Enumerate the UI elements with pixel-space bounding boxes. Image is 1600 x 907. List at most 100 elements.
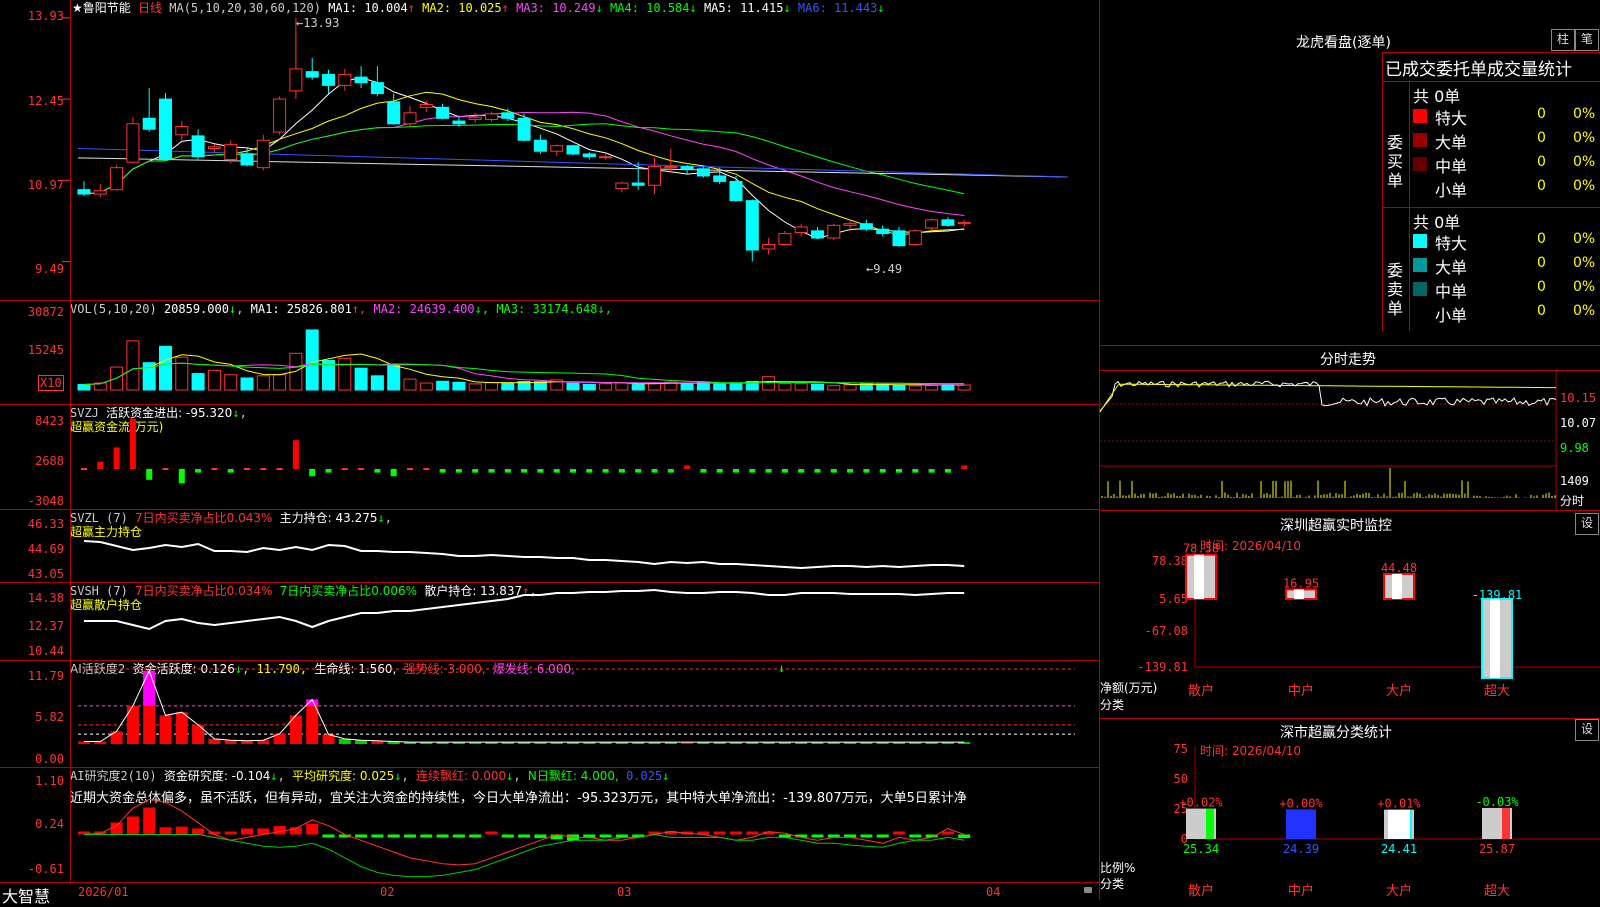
volume-bar [713, 383, 727, 391]
svzj-bar [602, 469, 609, 473]
buy-order-label: 委买单 [1387, 133, 1404, 190]
candle-body [794, 226, 808, 233]
intraday-chart[interactable] [1099, 346, 1600, 510]
sz-class-category: 大户 [1386, 883, 1412, 899]
brand-label[interactable]: 大智慧 [2, 883, 50, 907]
volume-pane[interactable]: VOL(5,10,20) 20859.000↓, MA1: 25826.801↑… [0, 301, 1100, 404]
candle-body [664, 166, 678, 169]
sz-monitor-chart[interactable]: 78.38 5.65 -67.08 -139.81 78.38 散户 16.95 中户 44.4… [1100, 511, 1600, 718]
sz-monitor-y-tick: 5.65 [1159, 592, 1188, 606]
candle-body [713, 175, 727, 182]
ai-research-bar [876, 834, 889, 838]
candle-body [273, 98, 287, 133]
ai-research-green-line [84, 833, 965, 878]
svzj-bar [325, 469, 332, 473]
sz-monitor-panel[interactable]: 深圳超赢实时监控 设 时间: 2026/04/10 净额(万元) 分类 78.3… [1100, 511, 1600, 718]
sz-class-chart[interactable]: 7550250+0.02%25.34散户+0.00%24.39中户+0.01%2… [1100, 719, 1600, 900]
high-marker: ←13.93 [296, 16, 340, 30]
svzj-pane[interactable]: SVZJ 活跃资金进出: -95.320↓, 超赢资金流(万元) 8423 26… [0, 405, 1100, 509]
ai-research-bar [485, 831, 498, 835]
svzj-bar [912, 469, 919, 473]
sz-class-value: 24.41 [1381, 842, 1417, 856]
color-swatch [1413, 282, 1427, 296]
volume-bar [77, 384, 91, 391]
svzj-bar [129, 418, 136, 469]
candle-body [468, 116, 482, 120]
svzj-bar [227, 469, 234, 473]
intraday-avg-line [1099, 383, 1556, 413]
candle-body [843, 223, 857, 226]
volume-bar [908, 385, 922, 391]
chart-area[interactable]: ★鲁阳节能 日线 MA(5,10,20,30,60,120) MA1: 10.0… [0, 0, 1100, 906]
svzj-bar [700, 469, 707, 473]
svzj-chart[interactable] [0, 405, 1100, 509]
svzl-chart[interactable] [0, 510, 1100, 582]
svzj-bar [162, 468, 169, 470]
ai-research-bar [452, 834, 465, 838]
ai-research-chart[interactable] [0, 768, 1100, 883]
candle-body [892, 230, 906, 247]
ai-research-bar [126, 816, 139, 835]
volume-bar [305, 329, 319, 391]
sz-class-panel[interactable]: 深市超赢分类统计 设 时间: 2026/04/10 比例% 分类 75 50 25 0… [1100, 719, 1600, 900]
svsh-line [84, 588, 965, 631]
ai-research-pane[interactable]: AI研究度2(10) 资金研究度: -0.104↓, 平均研究度: 0.025↓… [0, 768, 1100, 883]
ai-research-bar [713, 831, 726, 835]
kline-chart[interactable] [0, 0, 1100, 300]
sz-monitor-bar-highlight [1490, 599, 1500, 678]
sz-class-category: 中户 [1288, 883, 1314, 899]
svsh-chart[interactable] [0, 583, 1100, 660]
candle-body [550, 145, 564, 152]
volume-bar [729, 382, 743, 391]
volume-bar [354, 367, 368, 391]
ma5-line [77, 157, 1069, 178]
svzj-bar [488, 469, 495, 473]
candle-body [436, 106, 450, 119]
ai-research-bar [404, 834, 416, 838]
candle-body [941, 219, 955, 226]
sz-class-value: 25.34 [1183, 842, 1219, 856]
volume-bar [631, 384, 645, 391]
volume-bar [175, 356, 189, 391]
ai-research-bar [746, 831, 759, 835]
svzj-bar [374, 469, 381, 473]
tick-mode-button[interactable]: 笔 [1575, 29, 1599, 51]
candle-body [322, 73, 335, 86]
ai-research-bar [518, 834, 531, 838]
candle-body [778, 233, 792, 246]
volume-bar [680, 383, 694, 391]
ai-research-bar [273, 826, 286, 835]
sell-order-label: 委卖单 [1387, 261, 1404, 318]
sz-class-change: +0.02% [1179, 796, 1223, 810]
svzl-pane[interactable]: SVZL (7) 7日内买卖净占比0.043% 主力持仓: 43.275↓, 超… [0, 510, 1100, 582]
ai-activity-pane[interactable]: AI活跃度2 资金活跃度: 0.126↓, 11.790, 生命线: 1.560… [0, 661, 1100, 767]
intraday-panel[interactable]: 分时走势 10.15 10.07 9.98 1409 分时 [1099, 346, 1600, 510]
sz-class-value: 25.87 [1479, 842, 1515, 856]
ai-research-bar [322, 834, 335, 838]
volume-bar [485, 382, 498, 391]
candle-body [876, 228, 890, 235]
lock-icon[interactable] [1084, 887, 1092, 893]
ai-research-bar [534, 834, 547, 839]
bar-mode-button[interactable]: 柱 [1551, 29, 1575, 51]
volume-chart[interactable] [0, 301, 1100, 404]
order-size-label: 小单 [1435, 181, 1468, 200]
volume-bar [126, 340, 140, 391]
candle-body [631, 182, 645, 186]
order-percent: 0% [1573, 154, 1596, 170]
ai-activity-chart[interactable]: ↓ [0, 661, 1100, 767]
ai-activity-bar [192, 724, 205, 744]
ai-activity-bar [306, 699, 319, 744]
candle-body [77, 189, 91, 195]
order-volume: 0 [1537, 154, 1546, 170]
volume-bar [582, 383, 596, 391]
ai-research-bar [306, 823, 319, 835]
kline-pane[interactable]: ★鲁阳节能 日线 MA(5,10,20,30,60,120) MA1: 10.0… [0, 0, 1100, 300]
svzj-bar [537, 469, 544, 473]
svsh-pane[interactable]: SVSH (7) 7日内买卖净占比0.034% 7日内买卖净占比0.006% 散… [0, 583, 1100, 660]
longhu-panel[interactable]: 龙虎看盘(逐单) 柱 笔 已成交委托单成交量统计 委买单 共 0单 特大 0 0% 大… [1100, 0, 1600, 345]
sz-class-y-tick: 75 [1174, 742, 1188, 756]
candle-body [93, 190, 107, 195]
volume-bar [419, 382, 433, 391]
sz-monitor-bar-highlight [1194, 554, 1204, 599]
